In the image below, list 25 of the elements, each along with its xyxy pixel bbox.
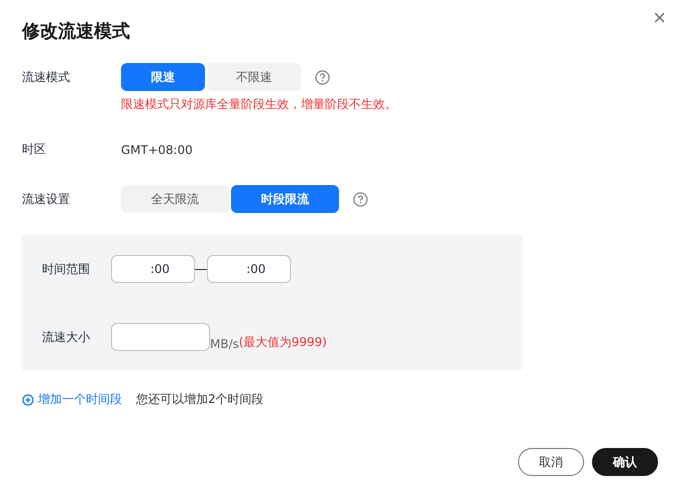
start-time-field[interactable]: :00 <box>111 255 195 283</box>
unit-text: MB/s <box>210 337 239 351</box>
confirm-button[interactable]: 确认 <box>592 448 658 476</box>
field-label: 流速大小 <box>42 328 91 346</box>
remaining-hint: 您还可以增加2个时间段 <box>136 391 264 408</box>
setting-option[interactable]: 时段限流 <box>231 185 339 213</box>
end-time-field[interactable]: :00 <box>207 255 291 283</box>
close-button[interactable]: × <box>649 6 670 30</box>
help-icon[interactable] <box>353 192 368 206</box>
dialog-title: 修改流速模式 <box>22 20 131 44</box>
field-label: 流速设置 <box>22 190 71 208</box>
cancel-button[interactable]: 取消 <box>518 448 584 476</box>
setting-option[interactable]: 全天限流 <box>121 185 229 213</box>
add-circle-icon <box>22 394 34 406</box>
speed-field[interactable] <box>111 323 210 351</box>
timezone-value: GMT+08:00 <box>121 142 193 156</box>
max-hint: (最大值为9999) <box>238 334 327 351</box>
field-label: 流速模式 <box>22 68 71 86</box>
mode-option[interactable]: 限速 <box>121 63 205 91</box>
mode-option[interactable]: 不限速 <box>207 63 301 91</box>
add-period-link[interactable]: 增加一个时间段 <box>22 391 122 408</box>
field-label: 时间范围 <box>42 260 91 278</box>
field-label: 时区 <box>22 141 47 158</box>
help-icon[interactable] <box>315 70 330 84</box>
warning-text: 限速模式只对源库全量阶段生效，增量阶段不生效。 <box>121 96 398 113</box>
